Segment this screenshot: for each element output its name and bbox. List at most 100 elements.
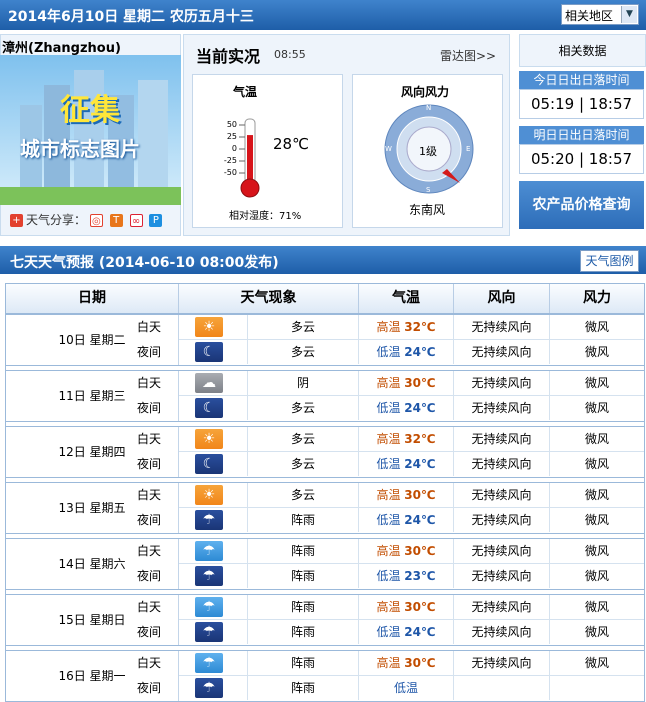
wind-force-cell: 微风 — [584, 656, 609, 670]
today-sun-panel: 今日日出日落时间 05:19 | 18:57 — [519, 71, 644, 119]
wind-level: 1级 — [419, 145, 437, 158]
wind-direction-cell: 无持续风向 — [454, 483, 550, 507]
humidity-text: 相对湿度：71% — [229, 211, 302, 222]
period-label: 白天 — [136, 320, 161, 334]
wind-direction-cell: 无持续风向 — [454, 452, 550, 476]
period-label: 白天 — [136, 432, 161, 446]
wind-force-cell — [550, 676, 644, 700]
period-label: 白天 — [136, 600, 161, 614]
wind-direction-cell: 无持续风向 — [454, 595, 550, 619]
temp-label: 高温 — [376, 600, 401, 614]
compass-s: S — [426, 186, 431, 194]
wind-force-cell: 微风 — [584, 513, 609, 527]
region-select[interactable]: 相关地区 ▼ — [561, 4, 639, 25]
period-label: 白天 — [136, 488, 161, 502]
partly-cloudy-day-icon: ☀ — [195, 429, 223, 449]
weather-text: 多云 — [248, 483, 359, 507]
header-weather: 天气现象 — [179, 284, 359, 313]
temp-value: 23℃ — [404, 569, 436, 583]
forecast-night-row: 夜间 ☂ 阵雨 低温 — [137, 676, 644, 701]
forecast-night-row: 夜间 ☾ 多云 低温 24℃ 无持续风向 微风 — [137, 452, 644, 477]
shower-day-icon: ☂ — [195, 653, 223, 673]
related-title: 相关数据 — [519, 34, 646, 67]
wind-box: 风向风力 N E S W 1级 东南风 — [352, 74, 503, 228]
banner-subtitle: 城市标志图片 — [20, 137, 140, 161]
weibo-icon[interactable]: ◎ — [89, 214, 103, 227]
temp-label: 低温 — [376, 513, 401, 527]
weather-text: 多云 — [248, 340, 359, 364]
shower-day-icon: ☂ — [195, 597, 223, 617]
radar-link[interactable]: 雷达图>> — [440, 47, 496, 64]
temp-label: 低温 — [376, 625, 401, 639]
shower-night-icon: ☂ — [195, 566, 223, 586]
compass-w: W — [385, 145, 392, 153]
chevron-down-icon[interactable]: ▼ — [621, 6, 637, 23]
weather-text: 阵雨 — [248, 595, 359, 619]
temp-value: 30℃ — [404, 600, 436, 614]
wind-direction-cell: 无持续风向 — [454, 396, 550, 420]
forecast-day-row: 13日 星期五 白天 ☀ 多云 高温 30℃ 无持续风向 微风 夜间 ☂ 阵雨 … — [5, 482, 645, 534]
forecast-day-row: 白天 ☀ 多云 高温 32℃ 无持续风向 微风 — [137, 427, 644, 452]
temp-value: 28℃ — [273, 135, 309, 153]
weather-text: 阵雨 — [248, 564, 359, 588]
forecast-day-row: 15日 星期日 白天 ☂ 阵雨 高温 30℃ 无持续风向 微风 夜间 ☂ 阵雨 … — [5, 594, 645, 646]
wind-direction-cell: 无持续风向 — [454, 620, 550, 644]
wind-force-cell: 微风 — [584, 401, 609, 415]
tencent-weibo-icon[interactable]: T — [109, 214, 123, 227]
qzone-icon[interactable]: P — [149, 214, 163, 227]
tomorrow-sun-panel: 明日日出日落时间 05:20 | 18:57 — [519, 126, 644, 174]
partly-cloudy-day-icon: ☀ — [195, 485, 223, 505]
forecast-night-row: 夜间 ☂ 阵雨 低温 24℃ 无持续风向 微风 — [137, 508, 644, 533]
shower-night-icon: ☂ — [195, 678, 223, 698]
forecast-night-row: 夜间 ☾ 多云 低温 24℃ 无持续风向 微风 — [137, 396, 644, 421]
forecast-day-row: 白天 ☁ 阴 高温 30℃ 无持续风向 微风 — [137, 371, 644, 396]
city-logo-banner[interactable]: 征集 城市标志图片 — [0, 55, 181, 205]
today-sunrise: 05:19 — [530, 95, 575, 113]
header-temp: 气温 — [359, 284, 454, 313]
forecast-day-row: 白天 ☂ 阵雨 高温 30℃ 无持续风向 微风 — [137, 539, 644, 564]
wind-direction-cell — [454, 676, 550, 700]
period-label: 白天 — [136, 656, 161, 670]
wind-force-cell: 微风 — [584, 569, 609, 583]
forecast-night-row: 夜间 ☂ 阵雨 低温 24℃ 无持续风向 微风 — [137, 620, 644, 645]
price-query-button[interactable]: 农产品价格查询 — [519, 181, 644, 229]
scale-label: 25 — [226, 132, 237, 141]
partly-cloudy-night-icon: ☾ — [195, 342, 223, 362]
header-wind-dir: 风向 — [454, 284, 550, 313]
weather-text: 多云 — [248, 315, 359, 339]
weather-text: 阵雨 — [248, 508, 359, 532]
forecast-night-row: 夜间 ☂ 阵雨 低温 23℃ 无持续风向 微风 — [137, 564, 644, 589]
forecast-day-row: 11日 星期三 白天 ☁ 阴 高温 30℃ 无持续风向 微风 夜间 ☾ 多云 低… — [5, 370, 645, 422]
temp-value: 24℃ — [404, 513, 436, 527]
weather-legend-button[interactable]: 天气图例 — [580, 250, 639, 272]
plus-icon[interactable]: + — [10, 214, 23, 227]
current-title: 当前实况 — [196, 47, 261, 66]
wind-direction-cell: 无持续风向 — [454, 651, 550, 675]
temp-label: 低温 — [376, 569, 401, 583]
period-label: 夜间 — [136, 401, 161, 415]
temp-value: 30℃ — [404, 656, 436, 670]
wind-direction-cell: 无持续风向 — [454, 427, 550, 451]
weather-text: 阵雨 — [248, 676, 359, 700]
banner-title: 征集 — [60, 93, 120, 128]
renren-icon[interactable]: ∞ — [129, 214, 143, 227]
today-sunset: 18:57 — [588, 95, 633, 113]
temp-title: 气温 — [233, 85, 258, 99]
period-label: 夜间 — [136, 345, 161, 359]
share-label: 天气分享： — [26, 213, 87, 227]
temp-label: 低温 — [376, 401, 401, 415]
forecast-night-row: 夜间 ☾ 多云 低温 24℃ 无持续风向 微风 — [137, 340, 644, 365]
date-text: 2014年6月10日 星期二 农历五月十三 — [8, 9, 254, 25]
period-label: 夜间 — [136, 513, 161, 527]
wind-force-cell: 微风 — [584, 320, 609, 334]
today-sun-label: 今日日出日落时间 — [519, 71, 644, 89]
overcast-icon: ☁ — [195, 373, 223, 393]
scale-label: -50 — [223, 168, 237, 177]
temp-label: 低温 — [376, 345, 401, 359]
tomorrow-sunset: 18:57 — [588, 150, 633, 168]
weather-text: 阵雨 — [248, 539, 359, 563]
temp-label: 高温 — [376, 488, 401, 502]
temp-label: 高温 — [376, 544, 401, 558]
tomorrow-sunrise: 05:20 — [530, 150, 575, 168]
wind-force-cell: 微风 — [584, 625, 609, 639]
